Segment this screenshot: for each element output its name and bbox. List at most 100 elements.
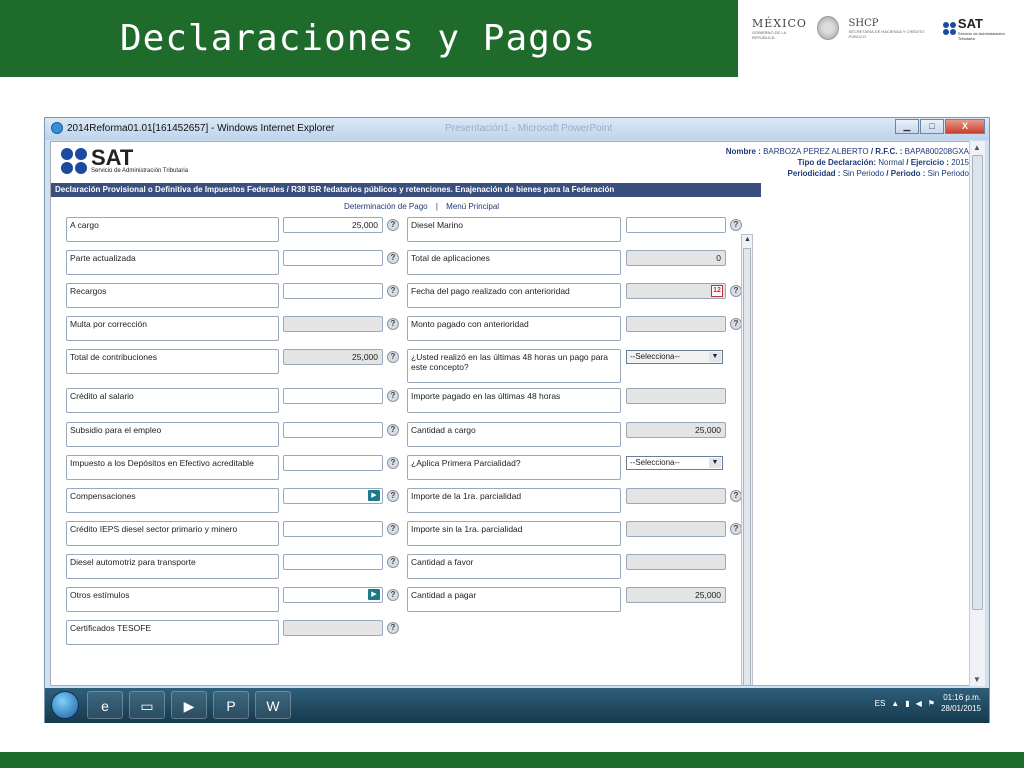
sat-logo-subtext: Servicio de Administración Tributaria	[957, 30, 1005, 41]
form-scrollbar-thumb[interactable]	[743, 248, 751, 685]
field-label: Importe pagado en las últimas 48 horas	[407, 388, 621, 413]
tray-arrow-icon[interactable]: ▲	[891, 699, 899, 708]
amount-input[interactable]	[283, 422, 383, 438]
sat-logo: SAT Servicio de Administración Tributari…	[61, 147, 188, 174]
help-icon[interactable]: ?	[730, 219, 742, 231]
nombre-label: Nombre :	[725, 147, 761, 156]
selecciona-dropdown[interactable]: --Selecciona-- ▼	[626, 350, 723, 364]
field-label: Otros estímulos	[66, 587, 279, 612]
scroll-down-icon[interactable]: ▼	[973, 675, 981, 684]
selecciona-dropdown[interactable]: --Selecciona-- ▼	[626, 456, 723, 470]
amount-input	[626, 554, 726, 570]
field-label: Crédito al salario	[66, 388, 279, 413]
scroll-up-icon[interactable]: ▲	[744, 236, 751, 243]
start-button[interactable]	[51, 691, 79, 719]
network-icon[interactable]: ▮	[905, 699, 909, 708]
field-label: A cargo	[66, 217, 279, 242]
page-nav: Determinación de Pago | Menú Principal	[341, 202, 502, 211]
dropdown-value: --Selecciona--	[630, 352, 680, 361]
internet-explorer-icon[interactable]: e	[87, 691, 123, 719]
clock[interactable]: 01:16 p.m. 28/01/2015	[941, 692, 981, 714]
field-label: Cantidad a pagar	[407, 587, 621, 612]
shcp-logo-text: SHCP	[848, 17, 879, 29]
calendar-icon[interactable]: 12	[711, 285, 723, 297]
field-label: ¿Usted realizó en las últimas 48 horas u…	[407, 349, 621, 383]
declaration-title-band: Declaración Provisional o Definitiva de …	[51, 183, 761, 197]
media-player-icon[interactable]: ▶	[171, 691, 207, 719]
amount-input[interactable]	[283, 283, 383, 299]
help-icon[interactable]: ?	[387, 285, 399, 297]
flag-icon[interactable]: ⚑	[928, 699, 935, 708]
open-detail-icon[interactable]: ▶	[368, 490, 380, 501]
help-icon[interactable]: ?	[387, 589, 399, 601]
dropdown-value: --Selecciona--	[630, 458, 680, 467]
taxpayer-info: Nombre : BARBOZA PEREZ ALBERTO / R.F.C. …	[726, 146, 969, 179]
tipo-value: Normal	[878, 158, 905, 167]
nombre-value: BARBOZA PEREZ ALBERTO	[763, 147, 869, 156]
slide: Declaraciones y Pagos MÉXICO GOBIERNO DE…	[0, 0, 1024, 768]
field-label: Monto pagado con anterioridad	[407, 316, 621, 341]
nav-determinacion-link[interactable]: Determinación de Pago	[344, 202, 428, 211]
amount-input	[626, 388, 726, 404]
help-icon[interactable]: ?	[387, 318, 399, 330]
language-indicator[interactable]: ES	[875, 699, 886, 708]
amount-input[interactable]	[283, 388, 383, 404]
help-icon[interactable]: ?	[387, 252, 399, 264]
window-scrollbar[interactable]: ▲ ▼	[969, 141, 985, 686]
help-icon[interactable]: ?	[387, 490, 399, 502]
help-icon[interactable]: ?	[387, 351, 399, 363]
field-label: Total de contribuciones	[66, 349, 279, 374]
internet-explorer-icon	[51, 122, 63, 134]
powerpoint-icon[interactable]: P	[213, 691, 249, 719]
bottom-band	[0, 752, 1024, 768]
nav-separator: |	[435, 202, 438, 211]
help-icon[interactable]: ?	[387, 457, 399, 469]
form-scrollbar[interactable]: ▲ ▼	[741, 234, 753, 685]
amount-input	[626, 488, 726, 504]
open-detail-icon[interactable]: ▶	[368, 589, 380, 600]
help-icon[interactable]: ?	[387, 424, 399, 436]
volume-icon[interactable]: ◀	[916, 699, 922, 708]
amount-input: 25,000	[626, 587, 726, 603]
help-icon[interactable]: ?	[387, 556, 399, 568]
word-icon[interactable]: W	[255, 691, 291, 719]
scroll-up-icon[interactable]: ▲	[973, 143, 981, 152]
amount-input: 25,000	[283, 349, 383, 365]
browser-window: 2014Reforma01.01[161452657] - Windows In…	[44, 117, 990, 723]
help-icon[interactable]: ?	[387, 523, 399, 535]
clock-time: 01:16 p.m.	[943, 693, 981, 702]
folder-icon[interactable]: ▭	[129, 691, 165, 719]
close-button[interactable]: X	[945, 119, 985, 134]
amount-input[interactable]	[283, 250, 383, 266]
title-band: Declaraciones y Pagos	[0, 0, 738, 77]
field-label: Parte actualizada	[66, 250, 279, 275]
help-icon[interactable]: ?	[387, 622, 399, 634]
field-label: Diesel Marino	[407, 217, 621, 242]
field-label: Fecha del pago realizado con anteriorida…	[407, 283, 621, 308]
amount-input[interactable]	[283, 554, 383, 570]
rfc-label: / R.F.C. :	[870, 147, 903, 156]
maximize-button[interactable]: □	[920, 119, 944, 134]
help-icon[interactable]: ?	[387, 390, 399, 402]
field-label: Impuesto a los Depósitos en Efectivo acr…	[66, 455, 279, 480]
chevron-down-icon[interactable]: ▼	[709, 352, 721, 362]
page-content: SAT Servicio de Administración Tributari…	[50, 141, 978, 686]
field-label: Crédito IEPS diesel sector primario y mi…	[66, 521, 279, 546]
shcp-logo: SHCP SECRETARÍA DE HACIENDA Y CRÉDITO PÚ…	[849, 18, 933, 39]
window-scrollbar-thumb[interactable]	[972, 155, 983, 610]
nav-menu-principal-link[interactable]: Menú Principal	[446, 202, 499, 211]
ejercicio-label: / Ejercicio :	[906, 158, 949, 167]
amount-input[interactable]	[283, 455, 383, 471]
sat-logo-header: SAT Servicio de Administración Tributari…	[942, 16, 1014, 41]
chevron-down-icon[interactable]: ▼	[709, 458, 721, 468]
help-icon[interactable]: ?	[387, 219, 399, 231]
amount-input	[626, 521, 726, 537]
amount-input[interactable]: 25,000	[283, 217, 383, 233]
amount-input[interactable]	[626, 217, 726, 233]
minimize-button[interactable]: ▁	[895, 119, 919, 134]
amount-input	[283, 316, 383, 332]
amount-input[interactable]	[283, 521, 383, 537]
field-label: Compensaciones	[66, 488, 279, 513]
window-titlebar[interactable]: 2014Reforma01.01[161452657] - Windows In…	[45, 118, 989, 140]
periodicidad-label: Periodicidad :	[787, 169, 841, 178]
